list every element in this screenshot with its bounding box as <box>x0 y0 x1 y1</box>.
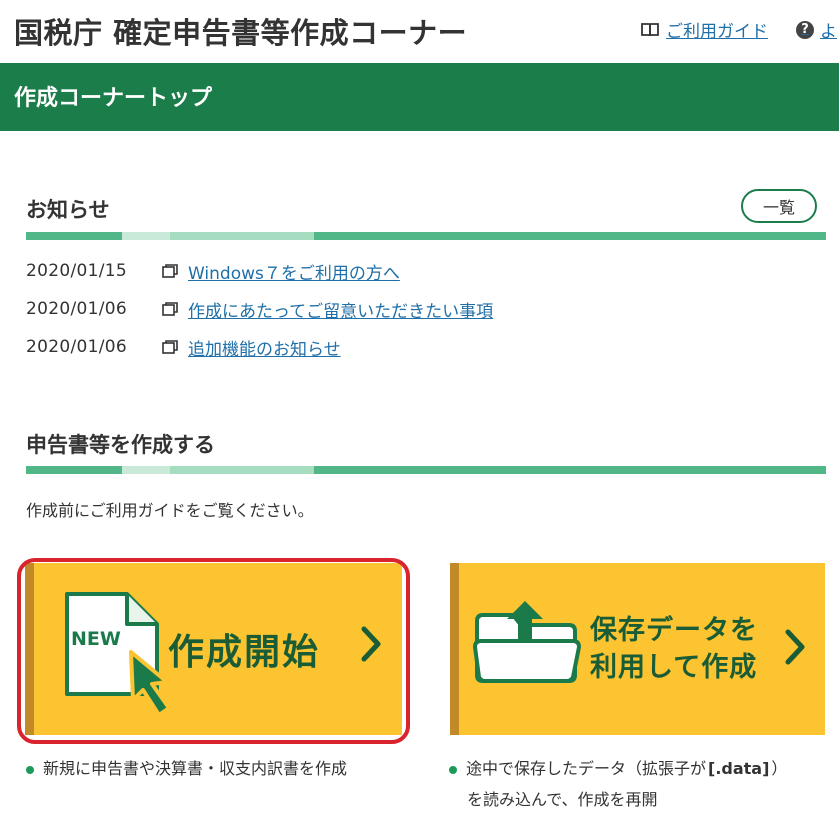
site-title: 国税庁 確定申告書等作成コーナー <box>14 16 468 50</box>
folder-upload-icon <box>471 601 583 691</box>
resume-label-line1: 保存データを <box>590 615 758 646</box>
notice-date: 2020/01/06 <box>26 337 127 357</box>
notices-heading: お知らせ <box>26 198 110 222</box>
notice-item: 2020/01/15 Windows７をご利用の方へ <box>26 259 400 284</box>
chevron-right-icon <box>784 628 806 670</box>
start-note: 新規に申告書や決算書・収支内訳書を作成 <box>26 753 347 784</box>
notice-link[interactable]: Windows７をご利用の方へ <box>188 259 400 284</box>
resume-note-text: 途中で保存したデータ（拡張子が <box>466 759 707 778</box>
notice-link[interactable]: 追加機能のお知らせ <box>188 335 341 360</box>
resume-label: 保存データを 利用して作成 <box>590 612 758 686</box>
bullet-icon <box>449 765 457 774</box>
book-icon <box>640 22 660 38</box>
user-guide-label: ご利用ガイド <box>666 22 768 42</box>
window-icon <box>162 340 180 354</box>
notice-date: 2020/01/06 <box>26 299 127 319</box>
create-divider <box>26 466 826 474</box>
resume-note-extension: [.data] <box>708 759 770 778</box>
help-icon: ? <box>796 20 814 39</box>
start-creation-label: 作成開始 <box>168 632 321 673</box>
resume-note-line2: を読み込んで、作成を再開 <box>467 790 658 809</box>
start-note-text: 新規に申告書や決算書・収支内訳書を作成 <box>43 759 348 778</box>
create-description: 作成前にご利用ガイドをご覧ください。 <box>26 501 314 520</box>
resume-label-line2: 利用して作成 <box>590 652 758 683</box>
help-link[interactable]: ? よ <box>796 17 837 42</box>
page-title: 作成コーナートップ <box>14 86 213 111</box>
create-heading: 申告書等を作成する <box>26 433 215 457</box>
svg-text:NEW: NEW <box>71 628 121 650</box>
chevron-right-icon <box>360 625 382 667</box>
help-label: よ <box>820 22 837 42</box>
resume-note: 途中で保存したデータ（拡張子が [.data]） を読み込んで、作成を再開 <box>449 753 787 815</box>
new-file-icon: NEW <box>57 590 177 724</box>
notice-item: 2020/01/06 追加機能のお知らせ <box>26 335 341 360</box>
bullet-icon <box>26 765 34 774</box>
notice-link[interactable]: 作成にあたってご留意いただきたい事項 <box>188 297 493 322</box>
user-guide-link[interactable]: ご利用ガイド <box>640 17 768 42</box>
resume-note-close: ） <box>771 759 788 778</box>
notices-divider <box>26 232 826 240</box>
window-icon <box>162 302 180 316</box>
notice-item: 2020/01/06 作成にあたってご留意いただきたい事項 <box>26 297 493 322</box>
notices-list-button[interactable]: 一覧 <box>741 189 817 223</box>
notice-date: 2020/01/15 <box>26 261 127 281</box>
window-icon <box>162 264 180 278</box>
